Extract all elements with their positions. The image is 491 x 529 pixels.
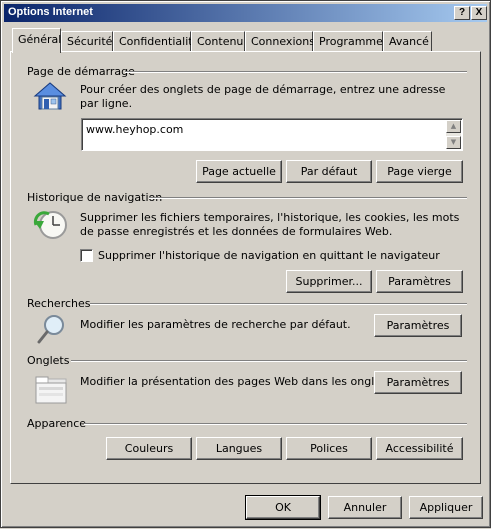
search-magnifier-icon: [37, 313, 69, 345]
search-settings-button[interactable]: Paramètres: [374, 314, 462, 337]
delete-history-button[interactable]: Supprimer...: [286, 270, 372, 293]
home-page-scrollbar[interactable]: ▲ ▼: [446, 120, 461, 149]
cancel-button[interactable]: Annuler: [328, 496, 402, 519]
search-description: Modifier les paramètres de recherche par…: [80, 318, 351, 331]
search-divider: [90, 303, 467, 305]
history-clock-icon: [33, 209, 69, 241]
home-page-icon: [33, 81, 67, 111]
default-page-button[interactable]: Par défaut: [286, 160, 372, 183]
home-divider: [125, 71, 467, 73]
tabs-settings-button[interactable]: Paramètres: [374, 371, 462, 394]
languages-button[interactable]: Langues: [196, 437, 282, 460]
history-divider: [149, 197, 467, 199]
tabs-description: Modifier la présentation des pages Web d…: [80, 375, 395, 388]
home-description: Pour créer des onglets de page de démarr…: [80, 83, 446, 110]
delete-history-on-exit-checkbox[interactable]: [80, 249, 93, 262]
current-page-button[interactable]: Page actuelle: [196, 160, 282, 183]
home-group-title: Page de démarrage: [27, 65, 135, 78]
apply-button[interactable]: Appliquer: [409, 496, 483, 519]
home-page-value: www.heyhop.com: [86, 123, 184, 136]
tabs-window-icon: [35, 373, 68, 405]
colors-button[interactable]: Couleurs: [106, 437, 192, 460]
tabs-group-title: Onglets: [27, 354, 70, 367]
ok-button[interactable]: OK: [245, 495, 321, 520]
options-internet-window: Options Internet ? X Général Sécurité Co…: [0, 0, 491, 528]
history-description: Supprimer les fichiers temporaires, l'hi…: [80, 211, 460, 238]
blank-page-button[interactable]: Page vierge: [376, 160, 463, 183]
scroll-down-icon[interactable]: ▼: [446, 136, 461, 149]
search-group-title: Recherches: [27, 297, 91, 310]
accessibility-button[interactable]: Accessibilité: [376, 437, 463, 460]
appearance-group-title: Apparence: [27, 417, 87, 430]
history-settings-button[interactable]: Paramètres: [376, 270, 463, 293]
history-group-title: Historique de navigation: [27, 191, 163, 204]
scroll-up-icon[interactable]: ▲: [446, 120, 461, 133]
fonts-button[interactable]: Polices: [286, 437, 372, 460]
appearance-divider: [84, 423, 467, 425]
delete-history-on-exit-label[interactable]: Supprimer l'historique de navigation en …: [98, 249, 440, 263]
tabs-divider: [71, 360, 467, 362]
home-page-input[interactable]: www.heyhop.com ▲ ▼: [81, 118, 463, 151]
